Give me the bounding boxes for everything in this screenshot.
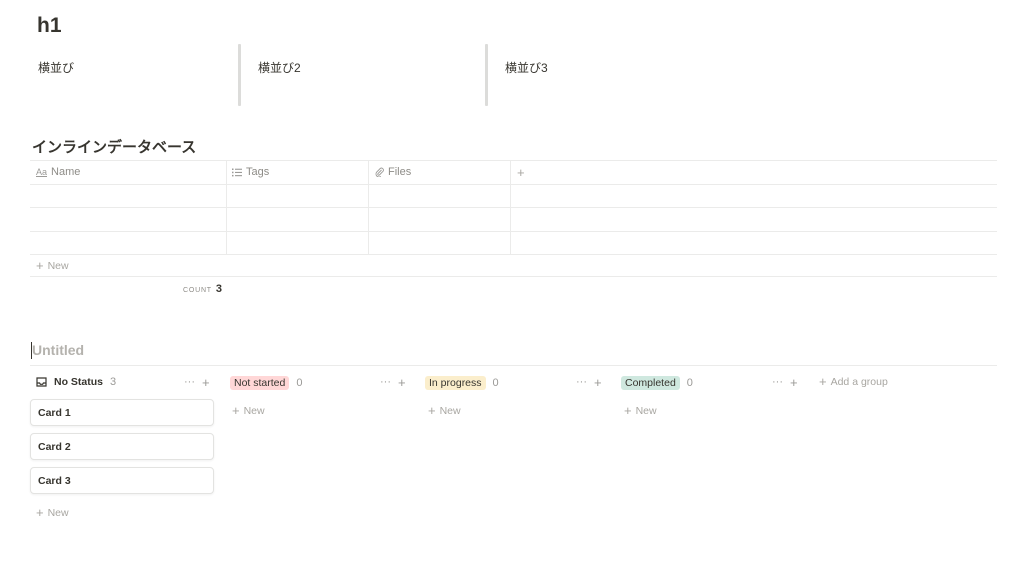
table-col-divider xyxy=(510,160,511,254)
add-group-button[interactable]: + Add a group xyxy=(819,374,888,389)
plus-icon[interactable]: + xyxy=(202,376,210,389)
column-header-label: Tags xyxy=(246,166,270,178)
group-header-not-started[interactable]: Not started 0 xyxy=(230,376,302,390)
new-label: New xyxy=(243,405,265,417)
group-actions: ··· + xyxy=(772,376,798,389)
group-tag: Not started xyxy=(230,376,290,390)
more-icon[interactable]: ··· xyxy=(380,376,391,388)
board-card[interactable]: Card 3 xyxy=(30,467,214,494)
new-label: New xyxy=(439,405,461,417)
group-actions: ··· + xyxy=(576,376,602,389)
plus-icon[interactable]: + xyxy=(594,376,602,389)
more-icon[interactable]: ··· xyxy=(772,376,783,388)
list-icon xyxy=(232,168,242,176)
count-value: 3 xyxy=(215,283,223,295)
table-col-divider xyxy=(368,160,369,254)
table-row-border xyxy=(30,231,997,232)
new-label: New xyxy=(47,507,69,519)
group-count: 0 xyxy=(686,377,693,389)
page-title[interactable]: h1 xyxy=(37,14,62,38)
column-divider[interactable] xyxy=(238,44,241,106)
count-summary[interactable]: COUNT 3 xyxy=(183,283,222,295)
column-header-tags[interactable]: Tags xyxy=(232,166,269,178)
inbox-icon xyxy=(36,377,47,387)
add-group-label: Add a group xyxy=(830,376,888,388)
column-header-name[interactable]: Aa Name xyxy=(36,166,80,178)
group-label: No Status xyxy=(54,376,104,388)
group-header-in-progress[interactable]: In progress 0 xyxy=(425,376,499,390)
plus-icon: + xyxy=(36,258,44,273)
group-count: 0 xyxy=(492,377,499,389)
group-actions: ··· + xyxy=(184,376,210,389)
plus-icon: + xyxy=(819,374,827,389)
column-header-label: Files xyxy=(388,166,412,178)
inline-db-title[interactable]: インラインデータベース xyxy=(32,136,196,157)
plus-icon[interactable]: + xyxy=(790,376,798,389)
group-header-completed[interactable]: Completed 0 xyxy=(621,376,693,390)
group-header-no-status[interactable]: No Status 3 xyxy=(36,376,116,388)
new-label: New xyxy=(47,260,69,272)
more-icon[interactable]: ··· xyxy=(576,376,587,388)
plus-icon: + xyxy=(36,505,44,520)
column-3-text[interactable]: 横並び3 xyxy=(505,59,548,76)
table-col-divider xyxy=(226,160,227,254)
table-top-border xyxy=(30,160,997,161)
group-new-button[interactable]: + New xyxy=(232,403,265,418)
table-row-border xyxy=(30,207,997,208)
column-header-label: Name xyxy=(51,166,81,178)
column-divider[interactable] xyxy=(485,44,488,106)
board-card[interactable]: Card 1 xyxy=(30,399,214,426)
group-count: 3 xyxy=(110,376,117,388)
text-aa-icon: Aa xyxy=(36,167,48,177)
column-header-files[interactable]: Files xyxy=(375,166,411,178)
group-tag: Completed xyxy=(621,376,680,390)
card-title: Card 3 xyxy=(38,474,71,487)
card-title: Card 2 xyxy=(38,440,71,453)
column-2-text[interactable]: 横並び2 xyxy=(258,59,301,76)
column-1-text[interactable]: 横並び xyxy=(38,59,74,76)
table-new-row-button[interactable]: + New xyxy=(36,258,69,273)
board-divider xyxy=(30,365,997,366)
group-tag: In progress xyxy=(425,376,486,390)
more-icon[interactable]: ··· xyxy=(184,376,195,388)
board-title[interactable]: Untitled xyxy=(32,342,84,358)
table-header-border xyxy=(30,184,997,185)
group-new-button[interactable]: + New xyxy=(428,403,461,418)
group-count: 0 xyxy=(296,377,303,389)
count-label: COUNT xyxy=(183,287,212,294)
plus-icon: + xyxy=(428,403,436,418)
add-column-button[interactable]: + xyxy=(517,165,525,180)
plus-icon[interactable]: + xyxy=(398,376,406,389)
plus-icon: + xyxy=(624,403,632,418)
table-row-border xyxy=(30,254,997,255)
paperclip-icon xyxy=(375,167,384,177)
group-actions: ··· + xyxy=(380,376,406,389)
group-new-button[interactable]: + New xyxy=(36,505,69,520)
plus-icon: + xyxy=(232,403,240,418)
board-card[interactable]: Card 2 xyxy=(30,433,214,460)
table-footer-border xyxy=(30,276,997,277)
card-title: Card 1 xyxy=(38,406,71,419)
group-new-button[interactable]: + New xyxy=(624,403,657,418)
new-label: New xyxy=(635,405,657,417)
